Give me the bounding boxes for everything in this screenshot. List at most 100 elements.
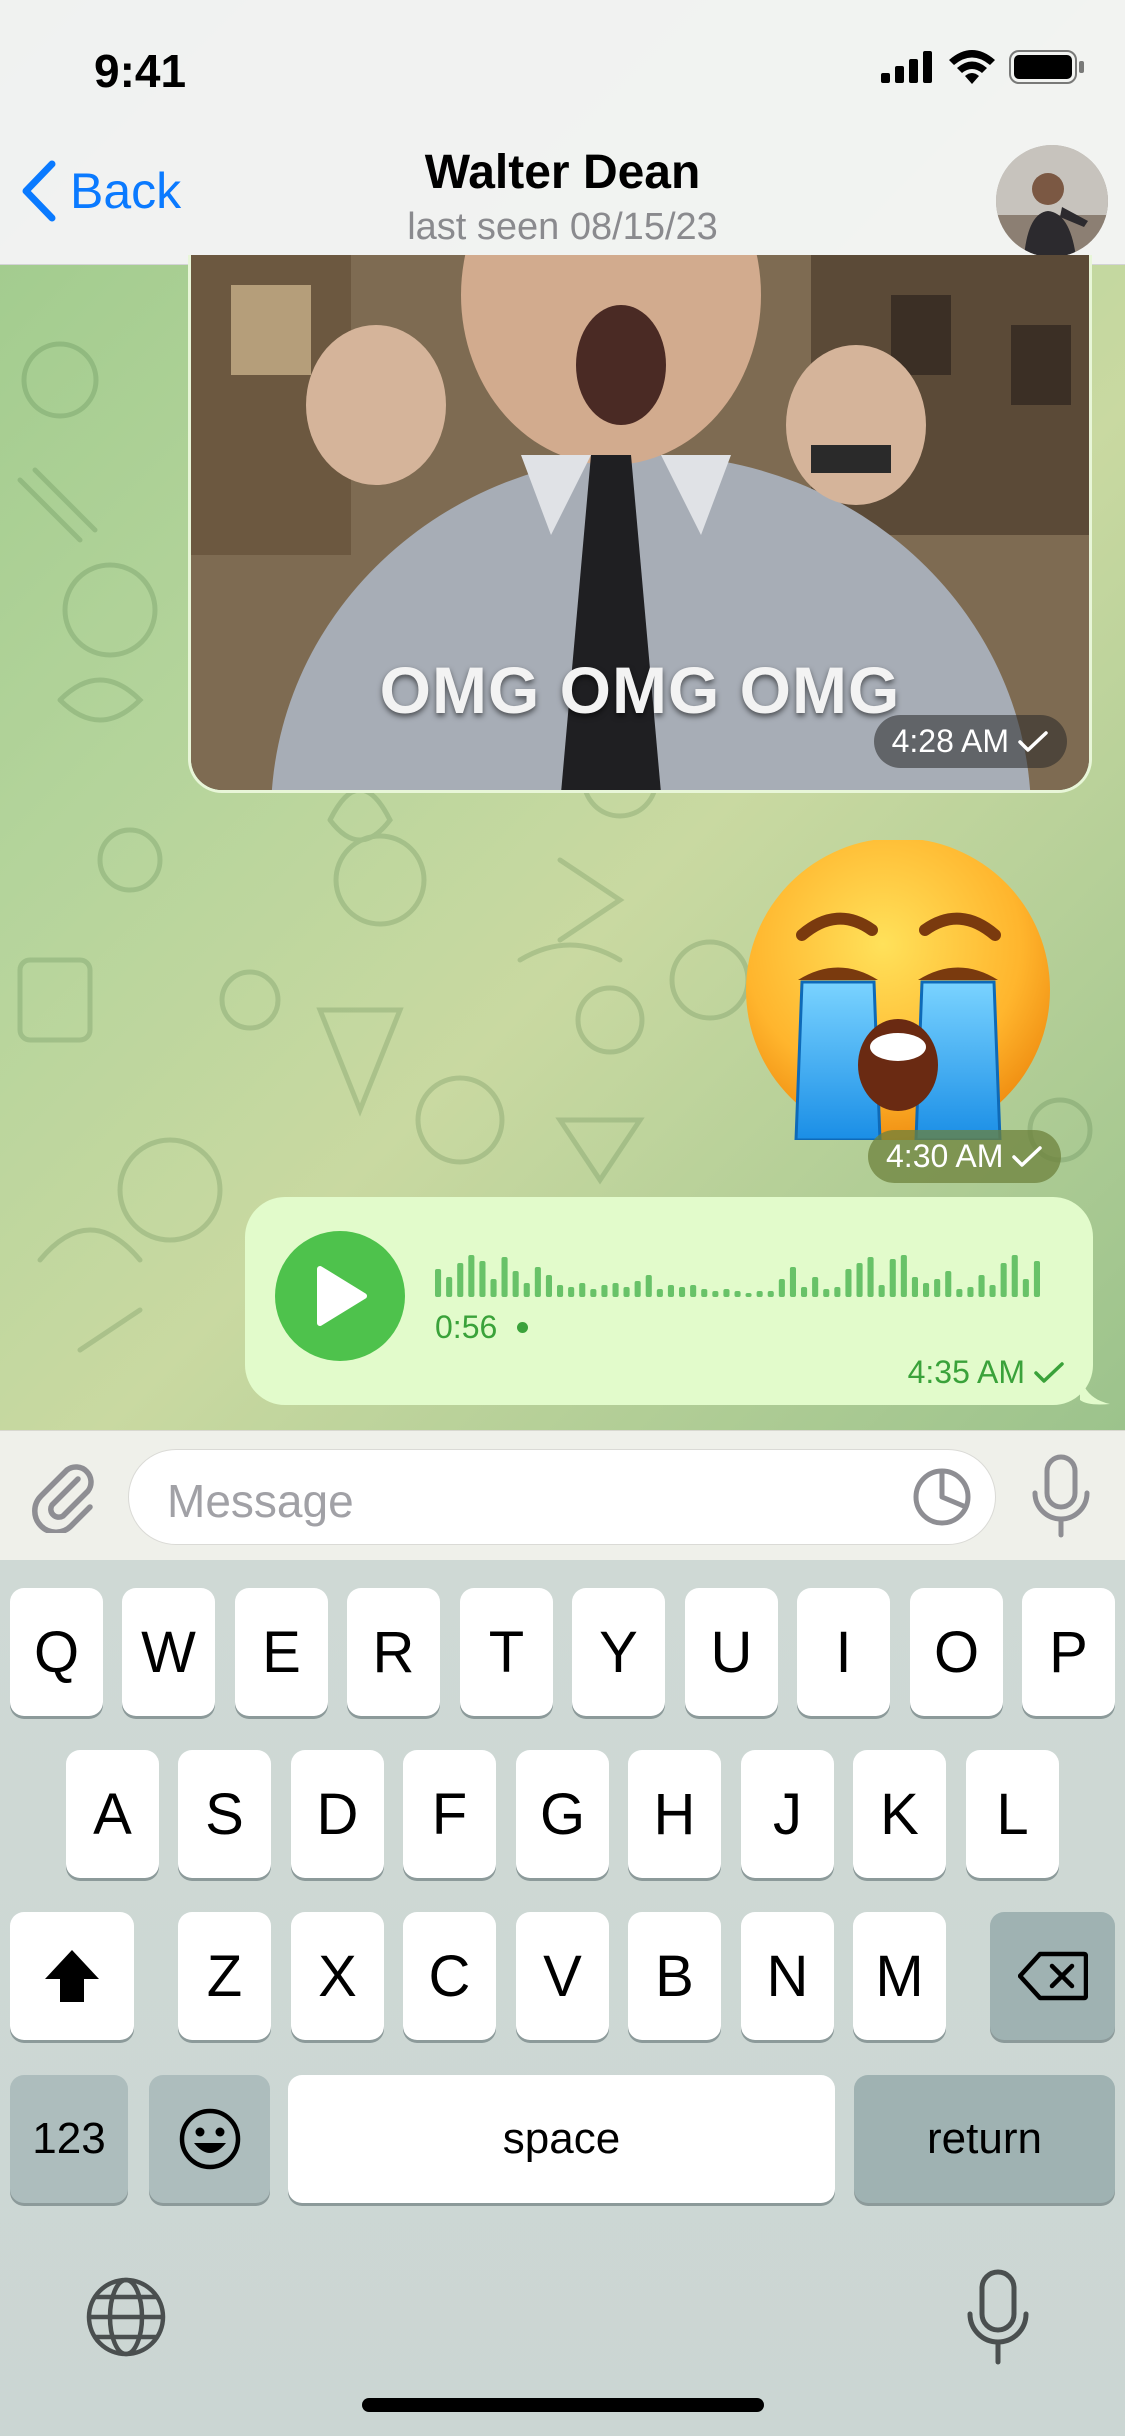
key-w[interactable]: W (122, 1588, 215, 1716)
return-key[interactable]: return (854, 2075, 1115, 2203)
waveform-bar (545, 1275, 552, 1297)
waveform-bar (490, 1279, 497, 1297)
shift-icon (45, 1950, 99, 2002)
waveform-bar (978, 1275, 985, 1297)
paperclip-icon[interactable] (28, 1459, 102, 1533)
waveform-bar (590, 1289, 597, 1297)
key-n[interactable]: N (741, 1912, 834, 2040)
sticker-icon[interactable] (909, 1464, 975, 1530)
waveform-bar (956, 1289, 963, 1297)
key-y[interactable]: Y (572, 1588, 665, 1716)
waveform-bar (690, 1285, 697, 1297)
globe-icon[interactable] (84, 2275, 168, 2359)
key-s[interactable]: S (178, 1750, 271, 1878)
key-o[interactable]: O (910, 1588, 1003, 1716)
waveform-bar (823, 1289, 830, 1297)
waveform-bar (923, 1283, 930, 1297)
message-timestamp: 4:28 AM (873, 715, 1067, 768)
key-b[interactable]: B (628, 1912, 721, 2040)
waveform-bar (679, 1287, 686, 1297)
timestamp-text: 4:28 AM (891, 723, 1009, 759)
key-m[interactable]: M (853, 1912, 946, 2040)
waveform-bar (579, 1283, 586, 1297)
waveform-bar (1011, 1255, 1018, 1297)
delete-key[interactable] (990, 1912, 1115, 2040)
key-z[interactable]: Z (178, 1912, 271, 2040)
key-x[interactable]: X (291, 1912, 384, 2040)
key-r[interactable]: R (347, 1588, 440, 1716)
key-l[interactable]: L (966, 1750, 1059, 1878)
smiley-icon (179, 2108, 240, 2170)
message-timestamp: 4:35 AM (908, 1354, 1065, 1391)
waveform-bar (767, 1291, 774, 1297)
waveform-bar (878, 1285, 885, 1297)
chat-title-area[interactable]: Walter Dean last seen 08/15/23 (0, 145, 1125, 249)
key-a[interactable]: A (66, 1750, 159, 1878)
backspace-icon (1017, 1951, 1088, 2001)
waveform-bar (568, 1287, 575, 1297)
waveform-bar (612, 1283, 619, 1297)
key-q[interactable]: Q (10, 1588, 103, 1716)
loudly-crying-face-icon (746, 838, 1050, 1142)
waveform-bar (656, 1289, 663, 1297)
check-icon (1012, 1145, 1043, 1167)
key-i[interactable]: I (797, 1588, 890, 1716)
key-c[interactable]: C (403, 1912, 496, 2040)
waveform-bar (557, 1285, 564, 1297)
check-icon (1034, 1361, 1064, 1383)
avatar[interactable] (996, 145, 1108, 257)
space-key[interactable]: space (288, 2075, 835, 2203)
waveform-bar (501, 1257, 508, 1297)
waveform-bar (479, 1261, 486, 1297)
waveform-bar (945, 1271, 952, 1297)
key-d[interactable]: D (291, 1750, 384, 1878)
audio-waveform[interactable] (435, 1247, 1045, 1299)
waveform-bar (911, 1277, 918, 1297)
waveform-bar (723, 1289, 730, 1297)
microphone-icon[interactable] (1025, 1453, 1097, 1539)
waveform-bar (1033, 1261, 1040, 1297)
key-u[interactable]: U (685, 1588, 778, 1716)
key-h[interactable]: H (628, 1750, 721, 1878)
bubble-tail (1080, 1370, 1110, 1405)
waveform-bar (812, 1277, 819, 1297)
waveform-bar (645, 1275, 652, 1297)
waveform-bar (867, 1257, 874, 1297)
key-e[interactable]: E (235, 1588, 328, 1716)
status-bar: 9:41 (0, 0, 1125, 140)
battery-icon (1009, 50, 1084, 84)
key-t[interactable]: T (460, 1588, 553, 1716)
emoji-key[interactable] (149, 2075, 270, 2203)
voice-message[interactable]: 0:56 4:35 AM (245, 1197, 1093, 1405)
message-field[interactable]: Message (128, 1449, 996, 1545)
check-icon (1018, 730, 1048, 752)
message-timestamp: 4:30 AM (868, 1130, 1062, 1183)
waveform-bar (989, 1285, 996, 1297)
emoji-message[interactable] (740, 838, 1060, 1142)
key-g[interactable]: G (516, 1750, 609, 1878)
play-icon (317, 1266, 367, 1326)
key-p[interactable]: P (1022, 1588, 1115, 1716)
waveform-bar (967, 1287, 974, 1297)
waveform-bar (1022, 1279, 1029, 1297)
status-time: 9:41 (94, 45, 187, 97)
waveform-bar (701, 1289, 708, 1297)
key-f[interactable]: F (403, 1750, 496, 1878)
contact-name: Walter Dean (424, 146, 701, 199)
play-button[interactable] (275, 1231, 405, 1361)
waveform-bar (435, 1269, 442, 1297)
waveform-bar (1000, 1263, 1007, 1297)
key-j[interactable]: J (741, 1750, 834, 1878)
waveform-bar (512, 1271, 519, 1297)
gif-message[interactable]: OMG OMG OMG 4:28 AM (188, 255, 1092, 793)
waveform-bar (712, 1291, 719, 1297)
waveform-bar (534, 1267, 541, 1297)
status-icons (881, 50, 1085, 84)
dictation-mic-icon[interactable] (965, 2268, 1031, 2368)
key-k[interactable]: K (853, 1750, 946, 1878)
waveform-bar (845, 1269, 852, 1297)
numbers-key[interactable]: 123 (10, 2075, 128, 2203)
key-v[interactable]: V (516, 1912, 609, 2040)
shift-key[interactable] (10, 1912, 134, 2040)
chat-header: 9:41 Back Walter Dean last seen 08/15/23 (0, 0, 1125, 265)
